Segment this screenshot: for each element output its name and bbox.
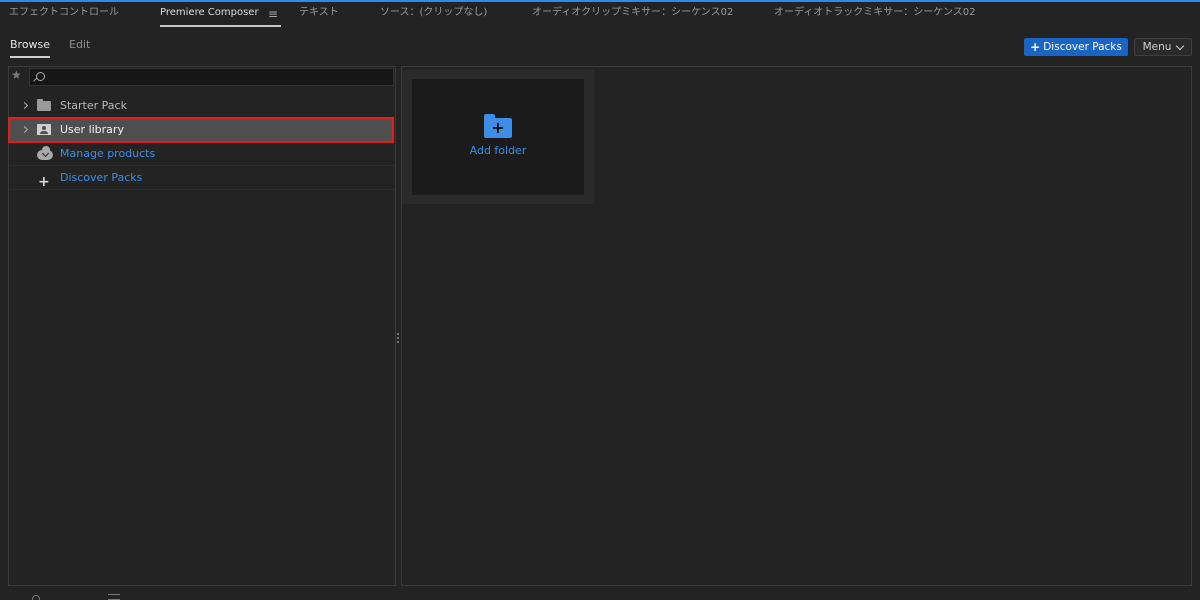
chevron-right-icon[interactable] — [20, 125, 29, 134]
tab-audio-clip-mixer[interactable]: オーディオクリップミキサー：シーケンス02 — [532, 2, 733, 28]
tree-item-manage-products[interactable]: Manage products — [9, 142, 395, 166]
list-view-icon[interactable] — [108, 594, 120, 600]
favorites-star-icon[interactable]: ★ — [11, 68, 22, 82]
add-folder-label: Add folder — [469, 143, 527, 157]
search-input[interactable] — [52, 69, 382, 85]
tab-source[interactable]: ソース：(クリップなし) — [380, 2, 487, 28]
tab-text[interactable]: テキスト — [299, 2, 339, 28]
discover-packs-button[interactable]: + Discover Packs — [1024, 38, 1128, 56]
tree-item-starter-pack[interactable]: Starter Pack — [9, 94, 395, 118]
library-content-pane: + Add folder — [401, 66, 1192, 586]
add-folder-icon: + — [484, 113, 512, 138]
cloud-download-icon — [37, 146, 53, 160]
subtab-browse[interactable]: Browse — [10, 38, 51, 58]
panel-tab-bar: エフェクトコントロール Premiere Composer ≡ テキスト ソース… — [0, 2, 1200, 28]
chevron-right-icon[interactable] — [20, 101, 29, 110]
premiere-composer-app: エフェクトコントロール Premiere Composer ≡ テキスト ソース… — [0, 0, 1200, 600]
user-library-icon — [37, 124, 51, 135]
zoom-icon[interactable] — [32, 595, 40, 600]
subtab-edit[interactable]: Edit — [69, 38, 90, 56]
search-box[interactable] — [29, 68, 394, 86]
tree-item-label: User library — [60, 123, 124, 136]
search-row: ★ — [9, 67, 395, 89]
library-tree-pane: ★ Starter Pack User library Manage produ… — [8, 66, 396, 586]
tree-item-user-library[interactable]: User library — [8, 117, 394, 143]
plus-icon: + — [491, 117, 505, 137]
tab-audio-track-mixer[interactable]: オーディオトラックミキサー：シーケンス02 — [774, 2, 976, 28]
plus-icon: + — [1030, 40, 1041, 54]
folder-icon — [37, 99, 51, 111]
tree-item-label: Starter Pack — [60, 99, 127, 112]
menu-label: Menu — [1142, 41, 1172, 53]
menu-dropdown-button[interactable]: Menu — [1134, 38, 1192, 56]
folder-grid-cell: + Add folder — [402, 70, 594, 204]
add-folder-tile[interactable]: + Add folder — [412, 79, 584, 195]
bottom-status-bar — [0, 590, 1200, 600]
search-icon — [36, 72, 45, 81]
manage-products-link[interactable]: Manage products — [60, 147, 155, 160]
tab-effect-controls[interactable]: エフェクトコントロール — [9, 2, 119, 28]
discover-packs-link[interactable]: Discover Packs — [60, 171, 142, 184]
tree-item-discover-packs[interactable]: + Discover Packs — [9, 166, 395, 190]
pane-splitter-handle[interactable] — [396, 332, 400, 346]
plus-icon: + — [38, 174, 50, 190]
discover-packs-label: Discover Packs — [1043, 41, 1122, 53]
panel-menu-icon[interactable]: ≡ — [268, 2, 278, 28]
tab-premiere-composer[interactable]: Premiere Composer — [160, 2, 281, 28]
chevron-down-icon — [1176, 41, 1185, 50]
